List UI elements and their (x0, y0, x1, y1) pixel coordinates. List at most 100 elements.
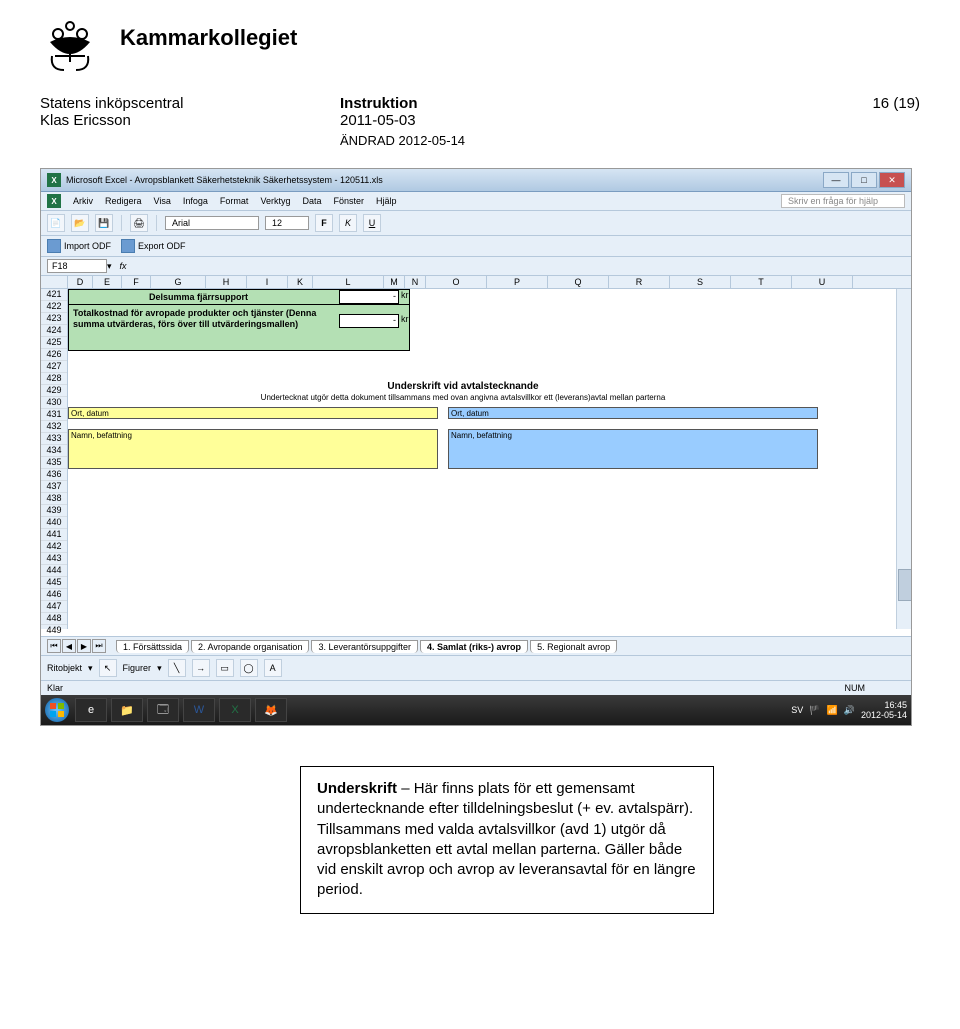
tray-lang[interactable]: SV (791, 705, 803, 715)
col-header[interactable]: E (93, 276, 122, 288)
namn-right[interactable]: Namn, befattning (448, 429, 818, 469)
col-header[interactable]: R (609, 276, 670, 288)
menu-redigera[interactable]: Redigera (105, 196, 142, 206)
menu-format[interactable]: Format (220, 196, 249, 206)
menu-visa[interactable]: Visa (154, 196, 171, 206)
figures-label[interactable]: Figurer (123, 663, 152, 673)
row-header[interactable]: 446 (41, 589, 67, 601)
close-button[interactable]: ✕ (879, 172, 905, 188)
maximize-button[interactable]: □ (851, 172, 877, 188)
bold-icon[interactable]: F (315, 214, 333, 232)
menu-fonster[interactable]: Fönster (333, 196, 364, 206)
export-odf-button[interactable]: Export ODF (121, 239, 186, 253)
taskbar-explorer-icon[interactable]: 📁 (111, 698, 143, 722)
ort-datum-right[interactable]: Ort, datum (448, 407, 818, 419)
row-header[interactable]: 432 (41, 421, 67, 433)
import-odf-button[interactable]: Import ODF (47, 239, 111, 253)
tab-nav-last-icon[interactable]: ⏭ (92, 639, 106, 653)
oval-icon[interactable]: ◯ (240, 659, 258, 677)
fx-icon[interactable]: fx (120, 261, 127, 271)
minimize-button[interactable]: — (823, 172, 849, 188)
row-header[interactable]: 440 (41, 517, 67, 529)
row-header[interactable]: 425 (41, 337, 67, 349)
menu-hjalp[interactable]: Hjälp (376, 196, 397, 206)
col-header[interactable]: L (313, 276, 384, 288)
col-header[interactable]: P (487, 276, 548, 288)
taskbar-ie-icon[interactable]: e (75, 698, 107, 722)
row-header[interactable]: 442 (41, 541, 67, 553)
namebox-dropdown-icon[interactable]: ▾ (107, 261, 112, 272)
sheet-tab[interactable]: 4. Samlat (riks-) avrop (420, 640, 528, 653)
fontsize-select[interactable]: 12 (265, 216, 309, 230)
taskbar-folder-icon[interactable]: 🗔 (147, 698, 179, 722)
sheet-tab[interactable]: 1. Försättssida (116, 640, 189, 653)
underline-icon[interactable]: U (363, 214, 381, 232)
namn-left[interactable]: Namn, befattning (68, 429, 438, 469)
open-icon[interactable]: 📂 (71, 214, 89, 232)
row-header[interactable]: 436 (41, 469, 67, 481)
col-header[interactable]: Q (548, 276, 609, 288)
tab-nav-first-icon[interactable]: ⏮ (47, 639, 61, 653)
rect-icon[interactable]: ▭ (216, 659, 234, 677)
tray-volume-icon[interactable]: 🔊 (844, 705, 855, 716)
tray-date[interactable]: 2012-05-14 (861, 710, 907, 720)
tray-time[interactable]: 16:45 (861, 700, 907, 710)
menu-verktyg[interactable]: Verktyg (260, 196, 290, 206)
textbox-icon[interactable]: A (264, 659, 282, 677)
taskbar-firefox-icon[interactable]: 🦊 (255, 698, 287, 722)
col-header[interactable]: F (122, 276, 151, 288)
col-header[interactable]: K (288, 276, 313, 288)
row-header[interactable]: 441 (41, 529, 67, 541)
taskbar-excel-icon[interactable]: X (219, 698, 251, 722)
vertical-scrollbar[interactable] (896, 289, 911, 629)
tray-network-icon[interactable]: 📶 (827, 705, 838, 716)
scrollbar-thumb[interactable] (898, 569, 911, 601)
row-header[interactable]: 444 (41, 565, 67, 577)
sheet-tab[interactable]: 5. Regionalt avrop (530, 640, 617, 653)
menu-infoga[interactable]: Infoga (183, 196, 208, 206)
menu-arkiv[interactable]: Arkiv (73, 196, 93, 206)
col-header[interactable]: D (68, 276, 93, 288)
tab-nav-next-icon[interactable]: ▶ (77, 639, 91, 653)
col-header[interactable]: O (426, 276, 487, 288)
row-header[interactable]: 423 (41, 313, 67, 325)
row-header[interactable]: 421 (41, 289, 67, 301)
row-header[interactable]: 422 (41, 301, 67, 313)
name-box[interactable]: F18 (47, 259, 107, 273)
arrow-icon[interactable]: → (192, 659, 210, 677)
ort-datum-left[interactable]: Ort, datum (68, 407, 438, 419)
draw-objects-label[interactable]: Ritobjekt (47, 663, 82, 673)
row-header[interactable]: 438 (41, 493, 67, 505)
cells-area[interactable]: Delsumma fjärrsupport - kr Totalkostnad … (68, 289, 911, 629)
tray-flag-icon[interactable]: 🏴 (809, 705, 820, 716)
col-header[interactable]: T (731, 276, 792, 288)
row-header[interactable]: 434 (41, 445, 67, 457)
save-icon[interactable]: 💾 (95, 214, 113, 232)
row-header[interactable]: 424 (41, 325, 67, 337)
row-header[interactable]: 445 (41, 577, 67, 589)
menu-data[interactable]: Data (302, 196, 321, 206)
col-header[interactable]: I (247, 276, 288, 288)
col-header[interactable]: H (206, 276, 247, 288)
row-header[interactable]: 428 (41, 373, 67, 385)
row-header[interactable]: 426 (41, 349, 67, 361)
col-header[interactable]: U (792, 276, 853, 288)
select-icon[interactable]: ↖ (99, 659, 117, 677)
line-icon[interactable]: ╲ (168, 659, 186, 677)
sheet-tab[interactable]: 2. Avropande organisation (191, 640, 309, 653)
row-header[interactable]: 437 (41, 481, 67, 493)
col-header[interactable]: M (384, 276, 405, 288)
print-icon[interactable]: 🖨 (130, 214, 148, 232)
col-header[interactable]: G (151, 276, 206, 288)
col-header[interactable]: S (670, 276, 731, 288)
row-header[interactable]: 431 (41, 409, 67, 421)
help-search[interactable]: Skriv en fråga för hjälp (781, 194, 905, 208)
row-header[interactable]: 447 (41, 601, 67, 613)
font-select[interactable]: Arial (165, 216, 259, 230)
row-header[interactable]: 449 (41, 625, 67, 636)
row-header[interactable]: 448 (41, 613, 67, 625)
start-button[interactable] (45, 698, 69, 722)
taskbar-word-icon[interactable]: W (183, 698, 215, 722)
row-header[interactable]: 439 (41, 505, 67, 517)
row-header[interactable]: 429 (41, 385, 67, 397)
